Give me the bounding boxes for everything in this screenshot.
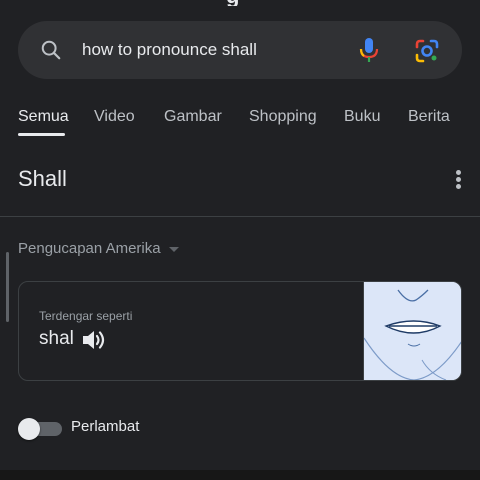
search-bar[interactable]: [18, 21, 462, 79]
tab-shopping[interactable]: Shopping: [249, 108, 317, 126]
pronunciation-card: Terdengar seperti shal: [18, 281, 462, 381]
sounds-like-label: Terdengar seperti: [39, 309, 133, 323]
search-tabs: Semua Video Gambar Shopping Buku Berita: [0, 100, 480, 140]
bottom-bar: [0, 470, 480, 480]
search-input[interactable]: [82, 21, 342, 79]
phonetic-spelling: shal: [39, 328, 74, 349]
scroll-indicator: [6, 252, 9, 322]
tab-all[interactable]: Semua: [18, 108, 69, 126]
slow-label: Perlambat: [71, 418, 140, 435]
word-title: Shall: [18, 166, 67, 191]
mouth-illustration: [363, 282, 461, 380]
tab-books[interactable]: Buku: [344, 108, 380, 126]
tab-video[interactable]: Video: [94, 108, 135, 126]
lens-icon[interactable]: [414, 38, 440, 64]
slow-toggle[interactable]: [18, 418, 62, 440]
divider: [0, 216, 480, 217]
more-vert-icon[interactable]: [448, 168, 468, 194]
accent-dropdown[interactable]: Pengucapan Amerika: [18, 240, 179, 257]
mic-icon[interactable]: [358, 36, 380, 64]
caret-down-icon: [168, 247, 179, 252]
speaker-icon[interactable]: [81, 328, 107, 352]
tab-images[interactable]: Gambar: [164, 108, 222, 126]
accent-label: Pengucapan Amerika: [18, 240, 161, 257]
toggle-thumb: [18, 418, 40, 440]
active-tab-indicator: [18, 133, 65, 136]
google-logo: g: [226, 0, 256, 6]
tab-news[interactable]: Berita: [408, 108, 450, 126]
search-icon[interactable]: [40, 39, 62, 61]
